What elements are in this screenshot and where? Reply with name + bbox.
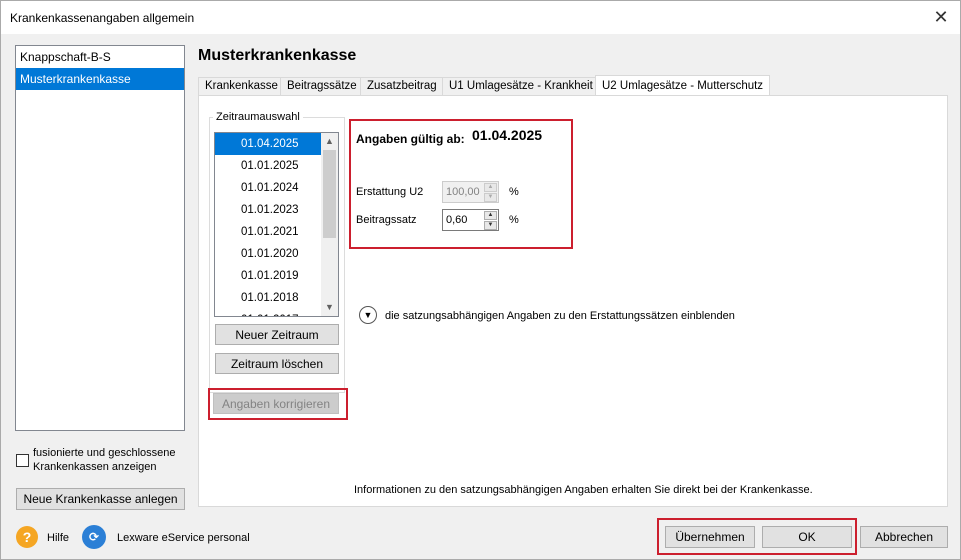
tab-u2-umlagesaetze[interactable]: U2 Umlagesätze - Mutterschutz — [595, 75, 771, 97]
help-icon[interactable]: ? — [16, 526, 38, 548]
cancel-button[interactable]: Abbrechen — [860, 526, 948, 548]
beitragssatz-value[interactable]: 0,60 — [446, 214, 467, 226]
gueltig-ab-date: 01.04.2025 — [472, 127, 543, 143]
eservice-icon[interactable]: ⟳ — [82, 525, 106, 549]
ok-button[interactable]: OK — [762, 526, 852, 548]
beitragssatz-stepper[interactable]: 0,60 ▲ ▼ — [442, 209, 499, 231]
fusioniert-checkbox-label: fusionierte und geschlossene Krankenkass… — [33, 447, 176, 473]
date-item[interactable]: 01.01.2021 — [215, 221, 338, 243]
date-item[interactable]: 01.01.2020 — [215, 243, 338, 265]
delete-zeitraum-button[interactable]: Zeitraum löschen — [215, 353, 339, 374]
date-item[interactable]: 01.01.2019 — [215, 265, 338, 287]
erstattung-percent-label: % — [509, 186, 519, 198]
beitragssatz-label: Beitragssatz — [356, 214, 417, 226]
tab-u1-umlagesaetze[interactable]: U1 Umlagesätze - Krankheit — [442, 77, 600, 96]
beitragssatz-percent-label: % — [509, 214, 519, 226]
erstattung-u2-stepper: 100,00 ▲ ▼ — [442, 181, 499, 203]
help-label[interactable]: Hilfe — [47, 532, 69, 544]
list-item-musterkrankenkasse[interactable]: Musterkrankenkasse — [16, 68, 184, 90]
tab-zusatzbeitrag[interactable]: Zusatzbeitrag — [360, 77, 444, 96]
stepper-down-icon[interactable]: ▼ — [484, 221, 497, 230]
tab-beitragssaetze[interactable]: Beitragssätze — [280, 77, 364, 96]
eservice-label[interactable]: Lexware eService personal — [117, 532, 250, 544]
chevron-down-icon[interactable]: ▼ — [359, 306, 377, 324]
list-item-knappschaft[interactable]: Knappschaft-B-S — [16, 46, 184, 68]
correct-data-button[interactable]: Angaben korrigieren — [213, 393, 339, 414]
title-bar: Krankenkassenangaben allgemein ✕ — [1, 1, 960, 34]
scroll-down-icon[interactable]: ▼ — [321, 299, 338, 316]
zeitraum-scrollbar[interactable]: ▲ ▼ — [321, 133, 338, 316]
date-item[interactable]: 01.01.2017 — [215, 309, 338, 316]
erstattung-u2-label: Erstattung U2 — [356, 186, 424, 198]
date-item[interactable]: 01.01.2023 — [215, 199, 338, 221]
zeitraum-group-label: Zeitraumauswahl — [213, 111, 303, 123]
date-item[interactable]: 01.01.2025 — [215, 155, 338, 177]
expand-satzung-label[interactable]: die satzungsabhängigen Angaben zu den Er… — [385, 310, 735, 322]
page-title: Musterkrankenkasse — [198, 47, 357, 64]
date-item[interactable]: 01.01.2018 — [215, 287, 338, 309]
info-text: Informationen zu den satzungsabhängigen … — [354, 484, 813, 496]
new-krankenkasse-button[interactable]: Neue Krankenkasse anlegen — [16, 488, 185, 510]
scroll-thumb[interactable] — [323, 150, 336, 238]
date-item[interactable]: 01.01.2024 — [215, 177, 338, 199]
tab-krankenkasse[interactable]: Krankenkasse — [198, 77, 285, 96]
erstattung-u2-value: 100,00 — [446, 186, 480, 198]
new-zeitraum-button[interactable]: Neuer Zeitraum — [215, 324, 339, 345]
dialog-window: Krankenkassenangaben allgemein ✕ Knappsc… — [0, 0, 961, 560]
krankenkassen-list[interactable]: Knappschaft-B-S Musterkrankenkasse — [15, 45, 185, 431]
window-title: Krankenkassenangaben allgemein — [10, 11, 195, 25]
fusioniert-checkbox[interactable] — [16, 454, 29, 467]
stepper-up-icon[interactable]: ▲ — [484, 211, 497, 220]
apply-button[interactable]: Übernehmen — [665, 526, 755, 548]
close-icon[interactable]: ✕ — [928, 5, 954, 29]
gueltig-ab-label: Angaben gültig ab: — [356, 132, 465, 146]
scroll-up-icon[interactable]: ▲ — [321, 133, 338, 150]
stepper-up-icon: ▲ — [484, 183, 497, 192]
tab-panel-u2: Zeitraumauswahl 01.04.2025 01.01.2025 01… — [198, 95, 948, 507]
stepper-down-icon: ▼ — [484, 193, 497, 202]
zeitraum-list[interactable]: 01.04.2025 01.01.2025 01.01.2024 01.01.2… — [214, 132, 339, 317]
date-item[interactable]: 01.04.2025 — [215, 133, 338, 155]
